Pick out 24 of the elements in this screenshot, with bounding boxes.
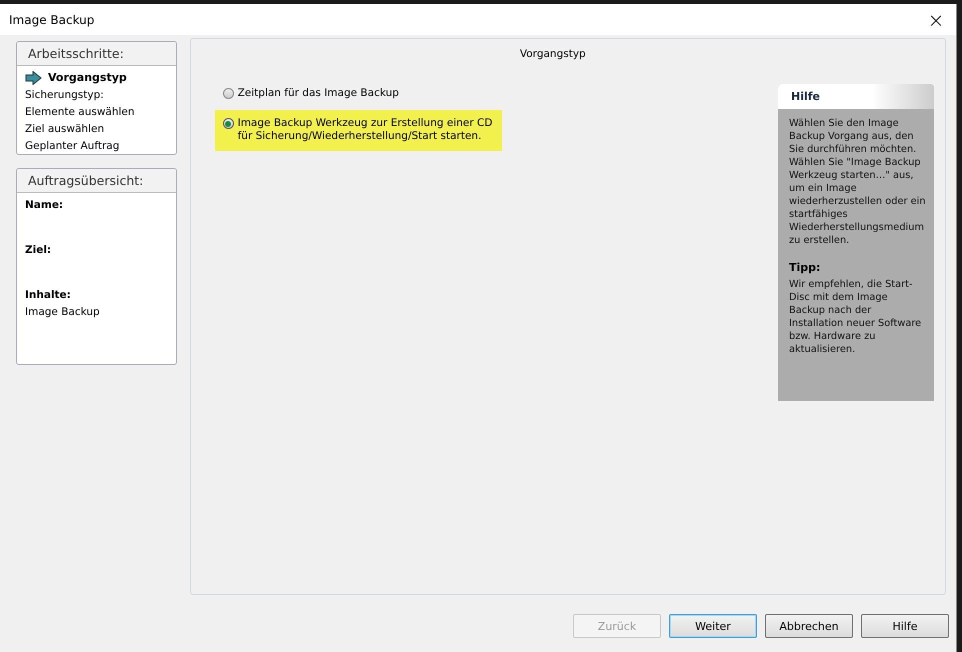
step-item: Elemente auswählen: [25, 106, 135, 118]
step-item: Sicherungstyp:: [25, 88, 104, 100]
step-item: Geplanter Auftrag: [25, 140, 120, 152]
dialog-button[interactable]: Hilfe: [861, 614, 949, 638]
step-item: Ziel auswählen: [25, 122, 104, 134]
summary-title: Auftragsübersicht:: [17, 169, 176, 193]
field-label: Ziel:: [25, 244, 52, 256]
field-label: Inhalte:: [25, 289, 72, 301]
help-text: Wählen Sie den Image Backup Vorgang aus, den Sie durchführen möchten. Wählen Sie "Image Backup Werkzeug starten…" aus, um ein Image wiederherzustellen oder ein startfähiges Wiederherstellungsmedium zu erstellen.: [789, 117, 926, 247]
dialog-button[interactable]: Abbrechen: [765, 614, 853, 638]
radio-button[interactable]: [222, 88, 234, 99]
tip-text: Wir empfehlen, die Start-Disc mit dem Image Backup nach der Installation neuer Software bzw. Hardware zu aktualisieren.: [789, 278, 922, 356]
field-value: Image Backup: [25, 306, 101, 318]
page-heading: Vorgangstyp: [518, 48, 587, 60]
option-label[interactable]: Zeitplan für das Image Backup: [238, 87, 399, 100]
radio-button[interactable]: [222, 118, 234, 129]
tip-title: Tipp:: [789, 261, 822, 274]
close-button[interactable]: ×: [916, 4, 956, 35]
help-title: Hilfe: [778, 84, 934, 109]
steps-title: Arbeitsschritte:: [17, 42, 176, 66]
window-title: Image Backup: [9, 12, 94, 26]
field-label: Name:: [25, 199, 64, 211]
dialog-button[interactable]: Weiter: [669, 614, 757, 638]
step-item: Vorgangstyp: [48, 71, 127, 84]
